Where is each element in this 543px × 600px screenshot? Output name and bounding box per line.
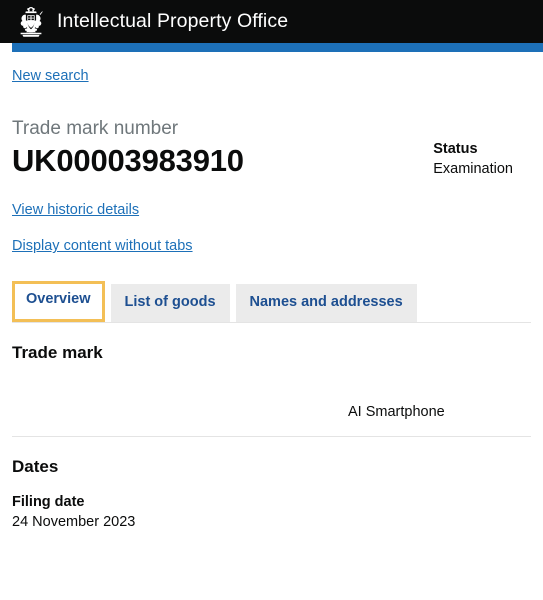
new-search-row: New search — [12, 52, 531, 85]
header-blue-bar — [12, 43, 543, 52]
site-header: Intellectual Property Office — [0, 0, 543, 43]
filing-date-label: Filing date — [12, 494, 85, 511]
status-block: Status Examination — [433, 117, 531, 179]
trade-mark-representation: AI Smartphone — [12, 364, 531, 436]
tab-overview[interactable]: Overview — [12, 281, 105, 323]
view-historic-details-link[interactable]: View historic details — [12, 202, 139, 218]
trade-mark-text: AI Smartphone — [348, 403, 445, 420]
view-historic-details-row: View historic details — [12, 179, 531, 219]
new-search-link[interactable]: New search — [12, 68, 89, 84]
trade-mark-number-label: Trade mark number — [12, 118, 179, 139]
trade-mark-number-block: Trade mark number UK00003983910 — [12, 117, 433, 179]
display-without-tabs-row: Display content without tabs — [12, 219, 531, 255]
trade-mark-number-value: UK00003983910 — [12, 142, 244, 178]
status-label: Status — [433, 141, 478, 157]
filing-date-field: Filing date 24 November 2023 — [12, 477, 531, 533]
site-title: Intellectual Property Office — [57, 9, 289, 32]
trade-mark-header: Trade mark number UK00003983910 Status E… — [12, 85, 531, 179]
tab-list-of-goods[interactable]: List of goods — [110, 284, 230, 323]
trade-mark-section-heading: Trade mark — [12, 343, 103, 363]
dates-panel: Dates Filing date 24 November 2023 — [0, 437, 543, 533]
dates-section-heading: Dates — [12, 456, 59, 476]
overview-panel: Trade mark AI Smartphone — [0, 323, 543, 435]
tab-list: Overview List of goods Names and address… — [12, 255, 531, 323]
page-content: New search Trade mark number UK000039839… — [0, 52, 543, 323]
display-content-without-tabs-link[interactable]: Display content without tabs — [12, 238, 193, 254]
royal-coat-of-arms-icon — [14, 6, 48, 37]
tab-names-and-addresses[interactable]: Names and addresses — [235, 284, 417, 323]
status-badge: Examination — [433, 160, 513, 177]
filing-date-value: 24 November 2023 — [12, 514, 136, 531]
